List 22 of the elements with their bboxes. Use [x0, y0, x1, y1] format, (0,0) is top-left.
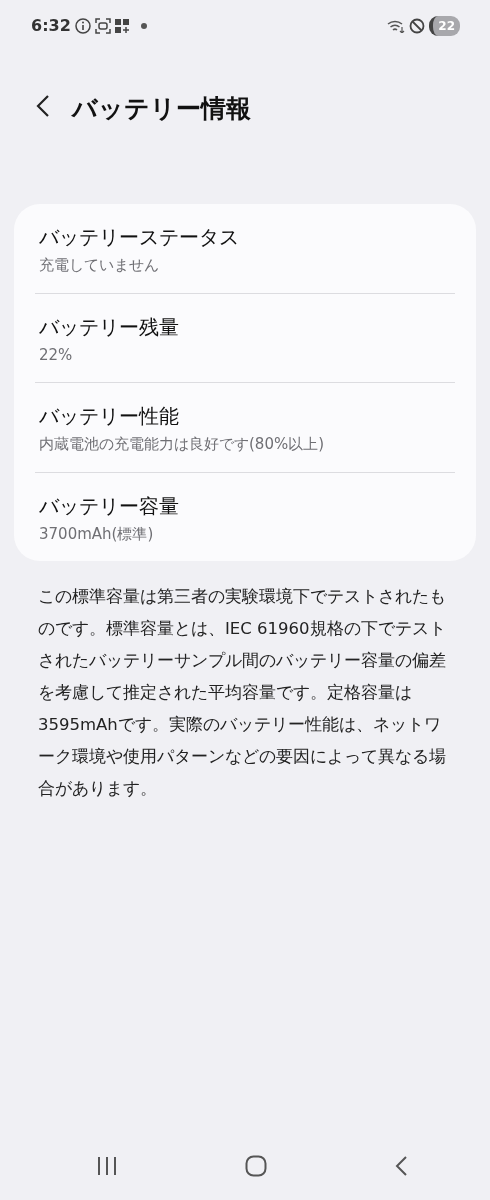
screenshot-icon: [94, 18, 111, 34]
item-title[interactable]: バッテリー性能: [39, 403, 451, 429]
page-title: バッテリー情報: [72, 93, 251, 125]
item-value: 内蔵電池の充電能力は良好です(80%以上): [39, 434, 326, 455]
item-value: 充電していません: [39, 255, 160, 276]
blocked-icon: [409, 18, 426, 34]
note-text: この標準容量は第三者の実験環境下でテストされたものです。標準容量とは、IEC 61960規格の下でテストされたバッテリーサンプル間のバッテリー容量の偏差を考慮して推定された平均容量です。定格容量は3595mAhです。実際のバッテリー性能は、ネットワーク環境や使用パターンなどの要因によって異なる場合があります。: [37, 586, 447, 800]
back-icon[interactable]: [394, 1155, 408, 1177]
item-title[interactable]: バッテリー残量: [39, 313, 451, 340]
status-time: 6:32: [31, 15, 71, 37]
battery-icon: 22: [429, 16, 460, 36]
item-value: 3700mAh(標準): [39, 523, 155, 545]
dot-icon: [140, 23, 147, 29]
info-icon: [74, 18, 91, 34]
back-icon[interactable]: [36, 94, 50, 118]
apps-icon: [114, 19, 129, 33]
recents-icon[interactable]: [96, 1156, 118, 1176]
item-value: 22%: [39, 344, 74, 366]
home-icon[interactable]: [245, 1155, 267, 1177]
item-title[interactable]: バッテリー容量: [39, 492, 451, 519]
wifi-icon: [387, 19, 406, 33]
item-title[interactable]: バッテリーステータス: [39, 224, 451, 250]
